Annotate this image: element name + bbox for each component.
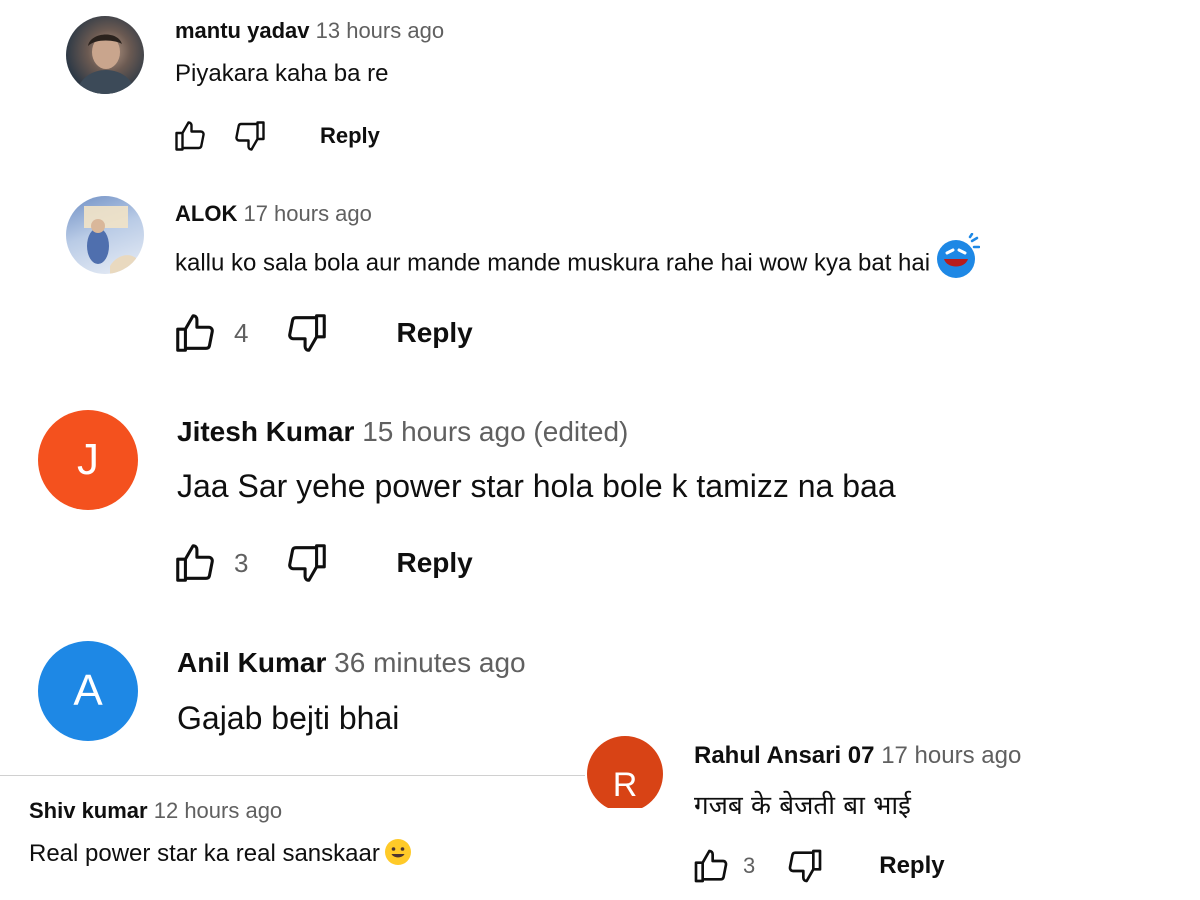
comment-anil-kumar: A Anil Kumar 36 minutes ago Gajab bejti … bbox=[0, 635, 600, 765]
timestamp[interactable]: 12 hours ago bbox=[154, 798, 282, 823]
like-count: 4 bbox=[234, 317, 249, 348]
thumbs-up-icon[interactable] bbox=[172, 540, 218, 586]
thumbs-up-icon[interactable] bbox=[172, 310, 218, 356]
comment-text: Piyakara kaha ba re bbox=[175, 60, 389, 87]
author-name[interactable]: Anil Kumar bbox=[177, 647, 326, 678]
avatar-photo-icon bbox=[84, 206, 136, 274]
comment-text: Real power star ka real sanskaar bbox=[29, 838, 412, 868]
avatar-clip: R bbox=[585, 730, 665, 808]
comment-actions: 3 Reply bbox=[172, 540, 473, 586]
divider bbox=[0, 775, 585, 776]
thumbs-up-icon[interactable] bbox=[172, 118, 208, 154]
comment-alok: ALOK 17 hours ago kallu ko sala bola aur… bbox=[0, 180, 1200, 380]
comment-header: Anil Kumar 36 minutes ago bbox=[177, 647, 526, 679]
avatar[interactable]: A bbox=[38, 641, 138, 741]
avatar[interactable]: J bbox=[38, 410, 138, 510]
author-name[interactable]: Rahul Ansari 07 bbox=[694, 742, 875, 769]
comment-header: Rahul Ansari 07 17 hours ago bbox=[694, 742, 1021, 770]
like-count: 3 bbox=[743, 853, 756, 878]
comment-text: गजब के बेजती बा भाई bbox=[694, 791, 911, 821]
comment-text-content: kallu ko sala bola aur mande mande musku… bbox=[175, 249, 931, 277]
comment-actions: 3 Reply bbox=[691, 846, 945, 886]
timestamp[interactable]: 13 hours ago bbox=[316, 18, 444, 43]
reply-button[interactable]: Reply bbox=[879, 852, 944, 880]
avatar-letter: J bbox=[77, 435, 99, 484]
comment-shiv-kumar: Shiv kumar 12 hours ago Real power star … bbox=[0, 790, 585, 900]
comment-rahul-ansari: R Rahul Ansari 07 17 hours ago गजब के बे… bbox=[585, 730, 1200, 900]
smiling-emoji-icon bbox=[384, 838, 411, 865]
reply-button[interactable]: Reply bbox=[396, 547, 472, 579]
timestamp[interactable]: 36 minutes ago bbox=[334, 647, 525, 678]
comment-header: ALOK 17 hours ago bbox=[175, 201, 372, 227]
avatar-photo-icon bbox=[76, 34, 136, 94]
comment-header: Shiv kumar 12 hours ago bbox=[29, 798, 282, 824]
thumbs-down-icon[interactable] bbox=[232, 118, 268, 154]
timestamp[interactable]: 15 hours ago (edited) bbox=[362, 416, 628, 447]
avatar[interactable] bbox=[66, 196, 144, 274]
author-name[interactable]: Jitesh Kumar bbox=[177, 416, 354, 447]
thumbs-down-icon[interactable] bbox=[785, 846, 825, 886]
comment-text-content: Real power star ka real sanskaar bbox=[29, 840, 380, 867]
reply-button[interactable]: Reply bbox=[396, 317, 472, 349]
thumbs-down-icon[interactable] bbox=[284, 540, 330, 586]
like-count: 3 bbox=[234, 547, 249, 578]
author-name[interactable]: ALOK bbox=[175, 201, 237, 226]
author-name[interactable]: mantu yadav bbox=[175, 18, 310, 43]
comment-jitesh-kumar: J Jitesh Kumar 15 hours ago (edited) Jaa… bbox=[0, 400, 1200, 600]
comment-header: mantu yadav 13 hours ago bbox=[175, 18, 444, 44]
comment-text: Jaa Sar yehe power star hola bole k tami… bbox=[177, 468, 896, 504]
comment-text: kallu ko sala bola aur mande mande musku… bbox=[175, 232, 981, 281]
thumbs-up-icon[interactable] bbox=[691, 846, 731, 886]
timestamp[interactable]: 17 hours ago bbox=[881, 742, 1021, 769]
avatar[interactable]: R bbox=[587, 736, 663, 808]
comment-actions: Reply bbox=[172, 118, 380, 154]
timestamp[interactable]: 17 hours ago bbox=[243, 201, 371, 226]
comment-actions: 4 Reply bbox=[172, 310, 473, 356]
avatar-letter: R bbox=[612, 765, 638, 804]
avatar[interactable] bbox=[66, 16, 144, 94]
avatar-letter: A bbox=[73, 666, 103, 715]
author-name[interactable]: Shiv kumar bbox=[29, 798, 148, 823]
laughing-emoji-icon bbox=[937, 232, 981, 278]
comment-header: Jitesh Kumar 15 hours ago (edited) bbox=[177, 416, 628, 448]
reply-button[interactable]: Reply bbox=[320, 123, 380, 149]
comment-mantu-yadav: mantu yadav 13 hours ago Piyakara kaha b… bbox=[0, 0, 1200, 170]
thumbs-down-icon[interactable] bbox=[284, 310, 330, 356]
comment-text: Gajab bejti bhai bbox=[177, 700, 400, 736]
